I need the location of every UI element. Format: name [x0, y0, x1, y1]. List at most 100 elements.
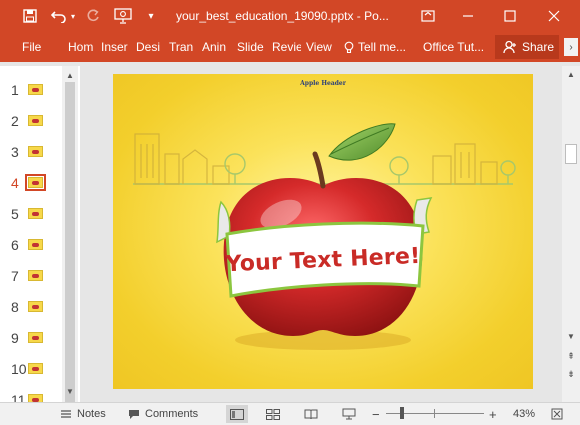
slide-thumbnail[interactable]: 6 — [0, 234, 62, 256]
thumbnail-scrollbar[interactable]: ▲ ▼ — [62, 66, 78, 402]
thumbnail-apple-mark — [32, 88, 39, 92]
thumbnail-apple-mark — [32, 274, 39, 278]
thumbnail-apple-mark — [32, 336, 39, 340]
editor-scroll-thumb[interactable] — [565, 144, 577, 164]
slide-thumbnail-image — [28, 146, 43, 157]
comments-label: Comments — [145, 408, 199, 420]
slide-thumbnail[interactable]: 5 — [0, 203, 62, 225]
thumbnail-apple-mark — [32, 305, 39, 309]
tab-transitions[interactable]: Tran — [169, 40, 196, 54]
notes-button[interactable]: Notes — [60, 406, 106, 422]
share-button[interactable]: Share — [495, 35, 559, 59]
slide-thumbnail[interactable]: 4 — [0, 172, 62, 194]
grid-view-icon — [266, 408, 280, 420]
slide-number: 2 — [11, 113, 19, 129]
slide-thumbnail[interactable]: 3 — [0, 141, 62, 163]
person-icon — [503, 40, 516, 54]
tell-me-box[interactable]: Tell me... — [344, 40, 406, 54]
slide-thumbnail-image — [28, 301, 43, 312]
projector-icon — [342, 408, 356, 420]
ribbon-scroll-right-icon[interactable]: › — [564, 38, 578, 56]
scroll-up-icon[interactable]: ▲ — [62, 68, 78, 82]
ribbon-display-icon[interactable] — [408, 0, 448, 32]
undo-dropdown-icon[interactable]: ▾ — [68, 6, 78, 26]
slide-thumbnail-pane: 1 2 3 4 5 6 7 8 9 10 11 ▲ ▼ — [0, 66, 80, 402]
slide-thumbnail[interactable]: 11 — [0, 389, 62, 402]
zoom-slider-thumb[interactable] — [400, 407, 404, 419]
slide-number: 3 — [11, 144, 19, 160]
slide-thumbnail-image — [28, 394, 43, 402]
slide-thumbnail[interactable]: 8 — [0, 296, 62, 318]
slide-thumbnail-image — [28, 239, 43, 250]
book-icon — [304, 409, 318, 419]
next-slide-icon[interactable]: ⇟ — [562, 366, 580, 382]
zoom-in-button[interactable]: + — [489, 406, 497, 422]
slide-editor: Apple Header Your Text Here! — [80, 66, 562, 402]
previous-slide-icon[interactable]: ⇞ — [562, 348, 580, 364]
slide-thumbnail[interactable]: 2 — [0, 110, 62, 132]
tab-view[interactable]: View — [306, 40, 334, 54]
zoom-level[interactable]: 43% — [513, 406, 535, 422]
slide-thumbnail-image — [28, 84, 43, 95]
reading-view-button[interactable] — [300, 405, 322, 423]
tab-animations[interactable]: Anin — [202, 40, 230, 54]
tab-insert[interactable]: Inser — [101, 40, 131, 54]
slide-thumbnail-image — [28, 115, 43, 126]
slideshow-icon[interactable] — [112, 6, 134, 26]
undo-icon[interactable] — [50, 6, 68, 26]
redo-icon[interactable] — [84, 6, 102, 26]
zoom-slider-center-mark — [434, 409, 435, 418]
slideshow-button[interactable] — [338, 405, 360, 423]
slide-thumbnail-image — [28, 208, 43, 219]
slide-number: 8 — [11, 299, 19, 315]
comments-button[interactable]: Comments — [128, 406, 198, 422]
title-bar: ▾ ▾ your_best_education_19090.pptx - Po.… — [0, 0, 580, 32]
scroll-down-icon[interactable]: ▼ — [62, 384, 78, 398]
text-banner-shape — [216, 197, 433, 298]
tab-slideshow[interactable]: Slide — [237, 40, 267, 54]
notes-label: Notes — [77, 408, 106, 420]
ribbon-tabs: File Hom Inser Desi Tran Anin Slide Revi… — [0, 32, 580, 62]
scroll-up-icon[interactable]: ▲ — [562, 66, 580, 82]
normal-view-button[interactable] — [226, 405, 248, 423]
tab-review[interactable]: Revie — [272, 40, 301, 54]
close-icon[interactable] — [534, 0, 574, 32]
slide-number: 7 — [11, 268, 19, 284]
minimize-icon[interactable] — [448, 0, 488, 32]
slide-number: 5 — [11, 206, 19, 222]
normal-view-icon — [230, 408, 244, 420]
tab-design[interactable]: Desi — [136, 40, 164, 54]
tab-office-tutorials[interactable]: Office Tut... — [423, 40, 484, 54]
zoom-out-button[interactable]: − — [372, 406, 380, 422]
slide-thumbnail[interactable]: 9 — [0, 327, 62, 349]
thumbnail-apple-mark — [32, 119, 39, 123]
editor-scrollbar[interactable]: ▲ ▼ ⇞ ⇟ — [562, 66, 580, 402]
share-label: Share — [522, 40, 555, 54]
thumbnail-apple-mark — [32, 367, 39, 371]
customize-icon[interactable]: ▾ — [144, 6, 158, 26]
slide-sorter-button[interactable] — [262, 405, 284, 423]
slide-thumbnail[interactable]: 7 — [0, 265, 62, 287]
comment-icon — [129, 409, 139, 419]
thumbnail-scroll-thumb[interactable] — [65, 82, 75, 402]
maximize-icon[interactable] — [490, 0, 530, 32]
slide-thumbnail-image — [28, 270, 43, 281]
slide-number: 4 — [11, 175, 19, 191]
slide-thumbnail-image — [28, 332, 43, 343]
tab-file[interactable]: File — [22, 40, 41, 54]
slide-thumbnail[interactable]: 1 — [0, 79, 62, 101]
tell-me-label: Tell me... — [358, 40, 407, 54]
status-bar: Notes Comments − + 43% — [0, 402, 580, 425]
slide-number: 6 — [11, 237, 19, 253]
slide-thumbnail-image — [28, 363, 43, 374]
current-slide[interactable]: Apple Header Your Text Here! — [113, 74, 533, 389]
slide-thumbnail[interactable]: 10 — [0, 358, 62, 380]
scroll-down-icon[interactable]: ▼ — [562, 328, 580, 344]
notes-icon — [61, 410, 71, 418]
thumbnail-apple-mark — [32, 243, 39, 247]
slide-header-text[interactable]: Apple Header — [113, 80, 533, 87]
tab-home[interactable]: Hom — [68, 40, 96, 54]
save-icon[interactable] — [20, 6, 40, 26]
fit-to-window-button[interactable] — [546, 405, 568, 423]
lightbulb-icon — [344, 41, 354, 53]
